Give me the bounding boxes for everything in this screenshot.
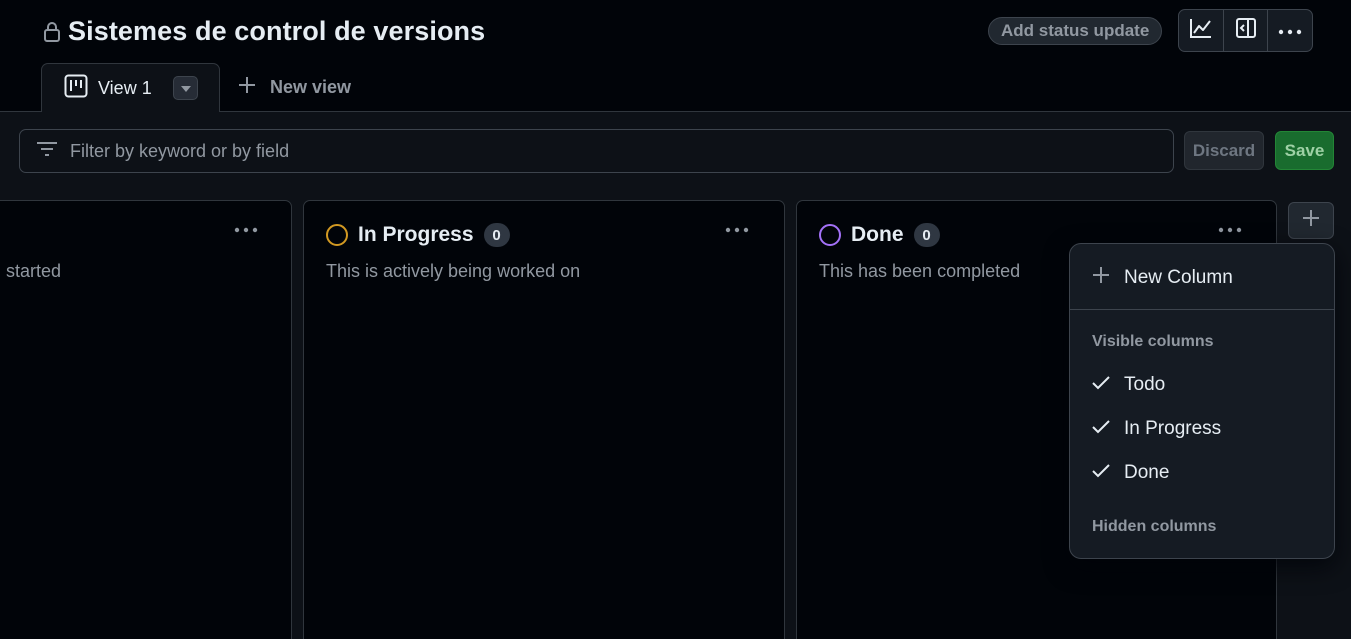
board-column-todo: en started [0, 200, 292, 639]
save-button[interactable]: Save [1275, 131, 1334, 170]
menu-group-label: Hidden columns [1092, 518, 1217, 535]
menu-group-label: Visible columns [1092, 333, 1214, 350]
column-menu-button[interactable] [231, 217, 261, 241]
status-circle-icon [819, 224, 841, 246]
menu-item-new-column[interactable]: New Column [1092, 266, 1233, 290]
add-status-update-button[interactable]: Add status update [988, 17, 1163, 45]
kebab-horizontal-icon [1218, 220, 1242, 238]
check-icon [1092, 418, 1110, 440]
column-title: In Progress [358, 223, 474, 246]
more-options-button[interactable] [1268, 10, 1312, 51]
menu-item-label: Todo [1124, 374, 1166, 395]
title-wrap: Sistemes de control de versions [42, 16, 485, 47]
filter-placeholder: Filter by keyword or by field [70, 140, 290, 161]
discard-button[interactable]: Discard [1184, 131, 1264, 170]
tab-label: View 1 [98, 78, 152, 98]
triangle-down-icon [180, 79, 191, 97]
header-actions [1178, 9, 1313, 52]
column-header: Done 0 [819, 223, 940, 247]
filter-bar: Filter by keyword or by field Discard Sa… [0, 112, 1351, 192]
graph-icon [1189, 17, 1213, 44]
view-options-button[interactable] [173, 76, 198, 100]
column-menu: New Column Visible columns Todo In Progr… [1069, 243, 1335, 559]
page-title: Sistemes de control de versions [68, 16, 486, 46]
count-badge: 0 [483, 223, 510, 247]
sidebar-expand-icon [1235, 17, 1257, 44]
new-view-button[interactable]: New view [238, 76, 351, 99]
kebab-horizontal-icon [725, 220, 749, 238]
kebab-horizontal-icon [1278, 22, 1302, 40]
count-badge: 0 [913, 223, 940, 247]
column-menu-button[interactable] [1215, 217, 1245, 241]
kebab-horizontal-icon [234, 220, 258, 238]
column-menu-button[interactable] [722, 217, 752, 241]
plus-icon [238, 76, 256, 99]
status-circle-icon [326, 224, 348, 246]
menu-item-done[interactable]: Done [1092, 462, 1169, 484]
board-icon [64, 74, 88, 103]
add-column-button[interactable] [1288, 202, 1334, 239]
plus-icon [1302, 209, 1320, 232]
page-header: Sistemes de control de versions Add stat… [0, 0, 1351, 113]
menu-item-todo[interactable]: Todo [1092, 374, 1165, 396]
menu-item-label: Done [1124, 462, 1170, 483]
column-description: This is actively being worked on [326, 261, 581, 281]
menu-divider [1070, 309, 1334, 310]
plus-icon [1092, 266, 1110, 290]
column-header: In Progress 0 [326, 223, 510, 247]
menu-item-in-progress[interactable]: In Progress [1092, 418, 1221, 440]
column-description: This has been completed [819, 261, 1021, 281]
filter-input[interactable]: Filter by keyword or by field [19, 129, 1174, 173]
check-icon [1092, 374, 1110, 396]
menu-item-label: New Column [1124, 267, 1233, 288]
check-icon [1092, 462, 1110, 484]
column-description: en started [0, 261, 62, 281]
lock-icon [42, 20, 62, 44]
menu-item-label: In Progress [1124, 418, 1222, 439]
tab-view-1[interactable]: View 1 [41, 63, 220, 113]
insights-button[interactable] [1179, 10, 1224, 51]
filter-icon [36, 141, 58, 162]
board-column-in-progress: In Progress 0 This is actively being wor… [303, 200, 785, 639]
column-title: Done [851, 223, 904, 246]
new-view-label: New view [270, 77, 352, 97]
side-panel-button[interactable] [1224, 10, 1269, 51]
